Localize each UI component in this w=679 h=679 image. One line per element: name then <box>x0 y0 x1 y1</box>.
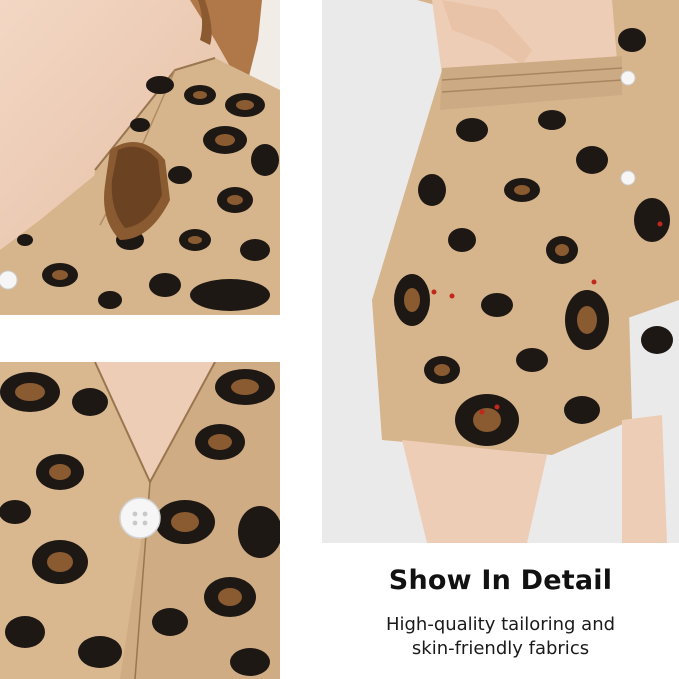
collar-closeup-photo <box>0 0 280 315</box>
shirt-button <box>119 497 161 539</box>
shorts-image <box>322 0 679 543</box>
caption-subtitle-line-1: High-quality tailoring and <box>385 614 616 635</box>
shorts-photo <box>322 0 679 543</box>
button-closeup-image <box>0 362 280 679</box>
caption-subtitle-line-2: skin-friendly fabrics <box>411 638 590 659</box>
button-closeup-photo <box>0 362 280 679</box>
caption-title: Show In Detail <box>388 565 613 596</box>
detail-caption: Show In Detail High-quality tailoring an… <box>322 543 679 679</box>
collar-closeup-image <box>0 0 280 315</box>
